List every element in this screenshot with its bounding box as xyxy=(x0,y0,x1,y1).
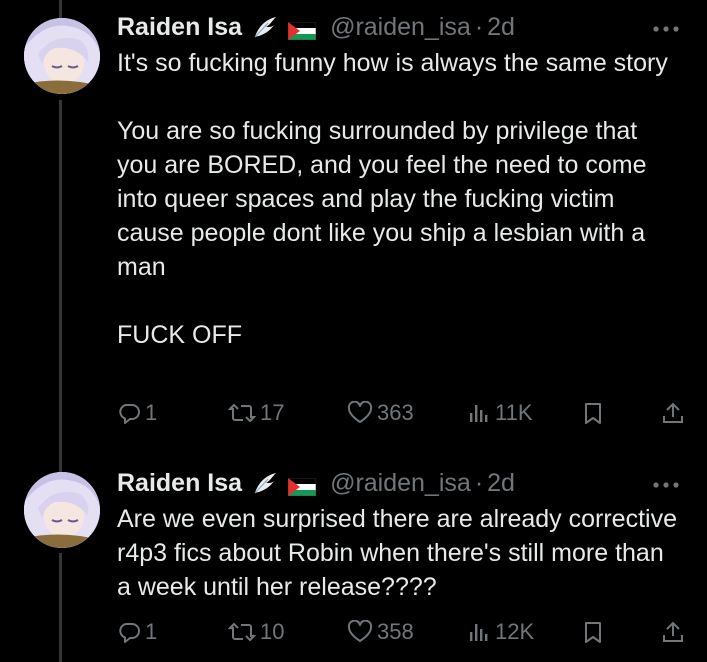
action-bar: 1 10 358 12K xyxy=(117,617,687,647)
avatar[interactable] xyxy=(24,472,100,548)
repost-button[interactable]: 17 xyxy=(228,398,284,428)
like-icon xyxy=(347,401,373,423)
tweet-text: Are we even surprised there are already … xyxy=(117,505,684,601)
handle[interactable]: @raiden_isa xyxy=(330,469,471,498)
tweet[interactable]: Raiden Isa @raiden_isa · 2d Are we even … xyxy=(0,460,707,662)
like-button[interactable]: 358 xyxy=(347,617,414,647)
timestamp[interactable]: 2d xyxy=(487,469,515,498)
repost-icon xyxy=(228,622,256,642)
repost-icon xyxy=(228,403,256,423)
display-name[interactable]: Raiden Isa xyxy=(117,469,242,498)
reply-icon xyxy=(119,404,140,424)
reply-count: 1 xyxy=(145,619,158,644)
repost-button[interactable]: 10 xyxy=(228,617,284,647)
repost-count: 17 xyxy=(260,400,285,425)
bookmark-button[interactable] xyxy=(582,617,604,647)
more-icon[interactable] xyxy=(651,478,681,492)
like-icon xyxy=(347,620,373,642)
reply-icon xyxy=(119,623,140,643)
handle[interactable]: @raiden_isa xyxy=(330,13,471,42)
action-bar: 1 17 363 11K xyxy=(117,398,687,428)
repost-count: 10 xyxy=(260,619,285,644)
like-count: 358 xyxy=(377,619,414,644)
views-count: 11K xyxy=(495,400,533,425)
avatar[interactable] xyxy=(24,18,100,94)
more-icon[interactable] xyxy=(651,22,681,36)
share-icon xyxy=(663,621,683,642)
verified-wing-icon xyxy=(252,471,278,495)
tweet-header: Raiden Isa @raiden_isa · 2d xyxy=(117,12,515,42)
separator-dot: · xyxy=(474,468,484,497)
bookmark-icon xyxy=(585,403,601,424)
verified-wing-icon xyxy=(252,15,278,39)
share-button[interactable] xyxy=(661,617,685,647)
share-button[interactable] xyxy=(661,398,685,428)
views-button[interactable]: 12K xyxy=(467,617,534,647)
views-icon xyxy=(470,405,488,422)
like-button[interactable]: 363 xyxy=(347,398,414,428)
tweet[interactable]: Raiden Isa @raiden_isa · 2d It's so fuck… xyxy=(0,0,707,460)
display-name[interactable]: Raiden Isa xyxy=(117,13,242,42)
tweet-text: It's so fucking funny how is always the … xyxy=(117,49,668,349)
reply-count: 1 xyxy=(145,400,158,425)
bookmark-button[interactable] xyxy=(582,398,604,428)
like-count: 363 xyxy=(377,400,414,425)
palestine-flag-icon xyxy=(287,18,317,41)
bookmark-icon xyxy=(585,622,601,643)
timestamp[interactable]: 2d xyxy=(487,13,515,42)
views-count: 12K xyxy=(495,619,535,644)
palestine-flag-icon xyxy=(287,474,317,497)
separator-dot: · xyxy=(474,12,484,41)
reply-button[interactable]: 1 xyxy=(117,617,157,647)
reply-button[interactable]: 1 xyxy=(117,398,157,428)
share-icon xyxy=(663,402,683,423)
tweet-header: Raiden Isa @raiden_isa · 2d xyxy=(117,468,515,498)
views-button[interactable]: 11K xyxy=(467,398,533,428)
views-icon xyxy=(470,624,488,641)
